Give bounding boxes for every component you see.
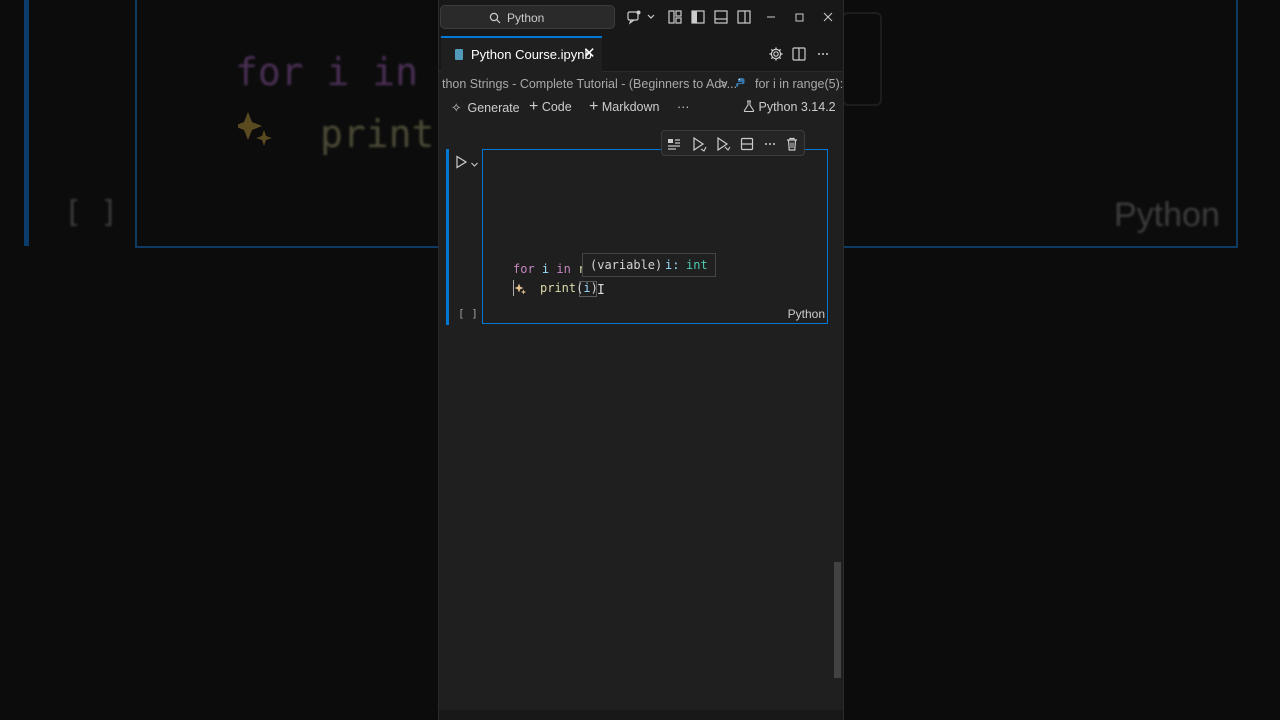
toggle-panel-icon[interactable]: [713, 9, 729, 25]
cell-toolbar: [661, 130, 805, 156]
editor-tab-bar: Python Course.ipynb ✕: [439, 36, 843, 72]
command-center-search[interactable]: Python: [440, 5, 615, 29]
breadcrumb: thon Strings - Complete Tutorial - (Begi…: [439, 74, 843, 94]
tooltip-name: i:: [665, 258, 680, 272]
breadcrumb-file[interactable]: thon Strings - Complete Tutorial - (Begi…: [442, 77, 737, 91]
markdown-label: Markdown: [601, 100, 660, 114]
add-markdown-cell-button[interactable]: + Markdown: [589, 98, 660, 115]
chevron-down-icon[interactable]: [643, 9, 655, 25]
breadcrumb-separator: >: [720, 77, 728, 91]
tab-close-icon[interactable]: ✕: [583, 46, 596, 62]
vertical-scrollbar[interactable]: [834, 562, 841, 678]
split-editor-icon[interactable]: [791, 46, 807, 62]
hover-tooltip: (variable) i: int: [582, 253, 716, 277]
cell-focus-indicator: [446, 149, 449, 325]
background-left: for i in print [ ]: [0, 0, 438, 720]
plus-icon: +: [529, 98, 539, 115]
python-icon: [736, 77, 746, 89]
gear-icon[interactable]: [768, 46, 784, 62]
flask-icon: [743, 100, 755, 113]
tooltip-kind: (variable): [590, 258, 663, 272]
kernel-label: Python 3.14.2: [758, 100, 836, 114]
run-options-chevron-icon[interactable]: [470, 156, 479, 167]
status-bar: [439, 710, 843, 720]
tooltip-type: int: [686, 258, 708, 272]
maximize-icon[interactable]: [791, 9, 807, 25]
background-exec-count: [ ]: [64, 195, 119, 230]
layout-icon[interactable]: [667, 9, 683, 25]
background-sparkle-icon: [234, 108, 274, 148]
delete-cell-icon[interactable]: [784, 136, 800, 152]
execute-above-icon[interactable]: [666, 136, 682, 152]
run-above-icon[interactable]: [691, 136, 707, 152]
minimize-icon[interactable]: [763, 9, 779, 25]
kernel-picker[interactable]: Python 3.14.2: [743, 100, 836, 114]
search-icon: [489, 11, 501, 24]
code-cell[interactable]: [482, 149, 828, 324]
copilot-icon[interactable]: [626, 9, 642, 25]
run-cell-icon[interactable]: [453, 154, 469, 170]
run-below-icon[interactable]: [715, 136, 731, 152]
breadcrumb-symbol[interactable]: for i in range(5):: [755, 77, 843, 91]
keyword-for: for: [513, 262, 535, 276]
tab-python-course[interactable]: Python Course.ipynb ✕: [441, 36, 602, 72]
cell-language-label[interactable]: Python: [788, 307, 825, 321]
loop-variable: i: [541, 262, 550, 276]
more-cell-actions-icon[interactable]: [762, 136, 778, 152]
background-code-line-2: print: [320, 112, 435, 156]
title-bar: Python: [439, 0, 843, 36]
close-icon[interactable]: [820, 9, 836, 25]
execution-count: [ ]: [458, 307, 478, 320]
code-label: Code: [541, 100, 572, 114]
background-language-label: Python: [1114, 196, 1220, 234]
generate-label: Generate: [467, 101, 520, 115]
background-accent-bar: [24, 0, 29, 246]
vscode-window: Python Python Course.ipynb ✕ thon String…: [438, 0, 844, 720]
toggle-secondary-sidebar-icon[interactable]: [736, 9, 752, 25]
search-text: Python: [507, 11, 545, 25]
add-code-cell-button[interactable]: + Code: [529, 98, 572, 115]
code-line-1: for i in r: [513, 262, 585, 276]
more-actions-icon[interactable]: [815, 46, 831, 62]
background-code-line-1: for i in: [235, 50, 419, 94]
background-toolbar-shadow: [842, 12, 882, 106]
notebook-file-icon: [455, 49, 463, 60]
split-cell-icon[interactable]: [739, 136, 755, 152]
generate-button[interactable]: ✧ Generate: [451, 100, 520, 115]
copilot-sparkle-icon[interactable]: [514, 281, 526, 295]
tab-label: Python Course.ipynb: [471, 47, 592, 62]
more-toolbar-icon[interactable]: ···: [677, 100, 690, 114]
background-right: Python: [842, 0, 1280, 720]
notebook-toolbar: ✧ Generate + Code + Markdown ··· Python …: [439, 96, 843, 120]
plus-icon: +: [589, 98, 599, 115]
sparkle-icon: ✧: [451, 101, 462, 115]
indent-guide: [513, 280, 514, 296]
toggle-primary-sidebar-icon[interactable]: [690, 9, 706, 25]
keyword-in: in: [556, 262, 571, 276]
print-function: print: [540, 281, 577, 295]
